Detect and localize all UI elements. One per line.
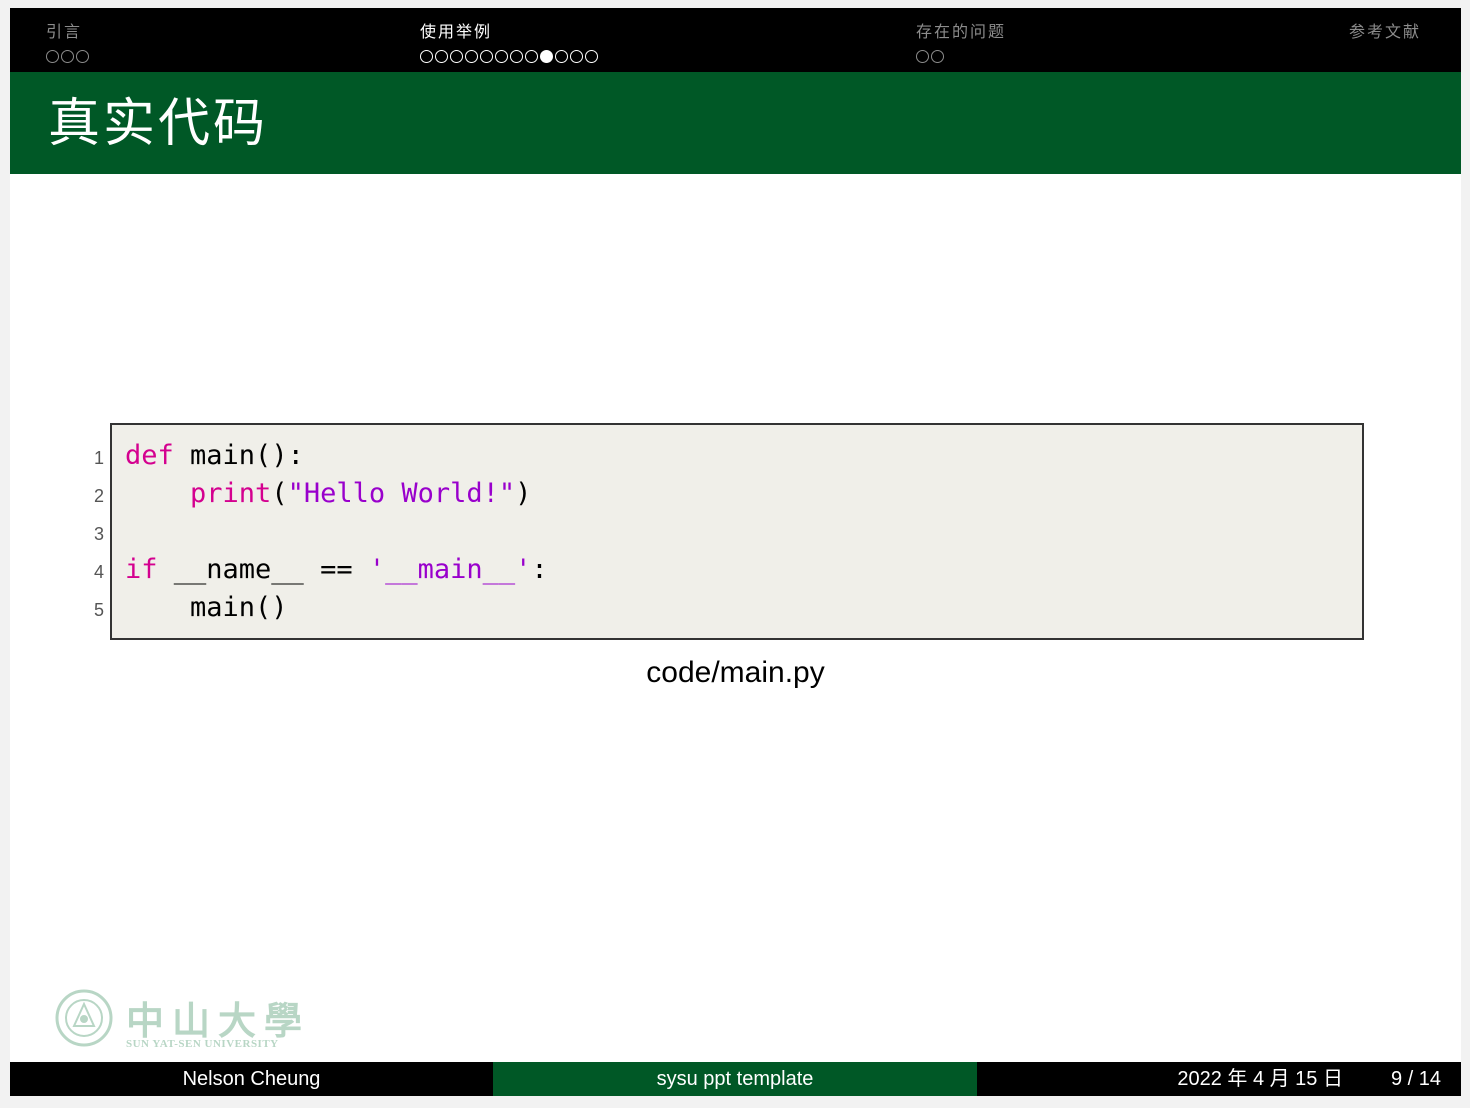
slide-dot[interactable] (465, 50, 478, 63)
footer-info: 2022 年 4 月 15 日 9 / 14 (977, 1062, 1461, 1096)
logo-wordmark: 中山大學 (126, 998, 311, 1043)
footer-date: 2022 年 4 月 15 日 (1177, 1068, 1343, 1090)
code-token: ( (271, 478, 288, 509)
slide-dot[interactable] (76, 50, 89, 63)
slide-dot[interactable] (495, 50, 508, 63)
slide-dot[interactable] (916, 50, 929, 63)
nav-section[interactable]: 引言 (46, 22, 89, 63)
code-line: def main(): (112, 437, 1362, 475)
line-number: 2 (93, 486, 104, 506)
slide-dot[interactable] (510, 50, 523, 63)
slide: 引言 使用举例 存在的问题 参考文献 真实代码 def main(): prin… (10, 8, 1461, 1096)
code-token: main() (125, 592, 288, 623)
slide-dot[interactable] (570, 50, 583, 63)
code-token: main(): (173, 440, 304, 471)
slide-dot[interactable] (585, 50, 598, 63)
code-line: if __name__ == '__main__': (112, 551, 1362, 589)
slide-dot[interactable] (46, 50, 59, 63)
nav-section-current[interactable]: 使用举例 (420, 22, 598, 63)
code-text: main() (125, 589, 288, 627)
slide-dot[interactable] (61, 50, 74, 63)
code-keyword: def (125, 440, 174, 471)
page-number[interactable]: 9 / 14 (1391, 1062, 1441, 1096)
code-string: '__main__' (368, 554, 532, 585)
code-caption: code/main.py (646, 656, 825, 689)
slide-dot[interactable] (480, 50, 493, 63)
current-slide-dot[interactable] (540, 50, 553, 63)
nav-section[interactable]: 参考文献 (1349, 22, 1421, 50)
frame-title: 真实代码 (48, 94, 269, 154)
line-number: 1 (93, 448, 104, 468)
nav-section[interactable]: 存在的问题 (916, 22, 1006, 63)
nav-section-title: 使用举例 (420, 22, 493, 41)
footer-title: sysu ppt template (493, 1062, 977, 1096)
code-keyword: print (190, 478, 272, 509)
code-token: __name__ == (157, 554, 369, 585)
logo-subtitle: SUN YAT-SEN UNIVERSITY (126, 1038, 279, 1050)
nav-section-title: 参考文献 (1349, 22, 1422, 41)
code-text: def main(): (125, 437, 304, 475)
nav-section-title: 引言 (46, 22, 83, 41)
nav-section-dots (420, 50, 598, 63)
slide-dot[interactable] (931, 50, 944, 63)
footer: Nelson Cheung sysu ppt template 2022 年 4… (10, 1062, 1461, 1096)
line-number: 3 (93, 524, 104, 544)
line-number: 4 (93, 562, 104, 582)
nav-section-dots (46, 50, 89, 63)
slide-dot[interactable] (450, 50, 463, 63)
code-token: ) (515, 478, 532, 509)
frame-title-bar: 真实代码 (10, 72, 1461, 174)
line-number: 5 (93, 600, 104, 620)
code-line: print("Hello World!") (112, 475, 1362, 513)
code-listing: def main(): print("Hello World!") if __na… (110, 423, 1364, 640)
code-keyword: if (125, 554, 158, 585)
code-line: main() (112, 589, 1362, 627)
slide-dot[interactable] (420, 50, 433, 63)
section-navigation: 引言 使用举例 存在的问题 参考文献 (10, 8, 1461, 72)
university-logo: 中山大學 SUN YAT-SEN UNIVERSITY (54, 988, 302, 1052)
code-token: : (531, 554, 548, 585)
code-string: "Hello World!" (287, 478, 516, 509)
slide-dot[interactable] (525, 50, 538, 63)
university-seal-icon (55, 989, 113, 1047)
nav-section-title: 存在的问题 (916, 22, 1007, 41)
code-text: print("Hello World!") (125, 475, 531, 513)
nav-section-dots (916, 50, 1006, 63)
slide-dot[interactable] (555, 50, 568, 63)
footer-author: Nelson Cheung (10, 1062, 493, 1096)
slide-dot[interactable] (435, 50, 448, 63)
code-text: if __name__ == '__main__': (125, 551, 548, 589)
